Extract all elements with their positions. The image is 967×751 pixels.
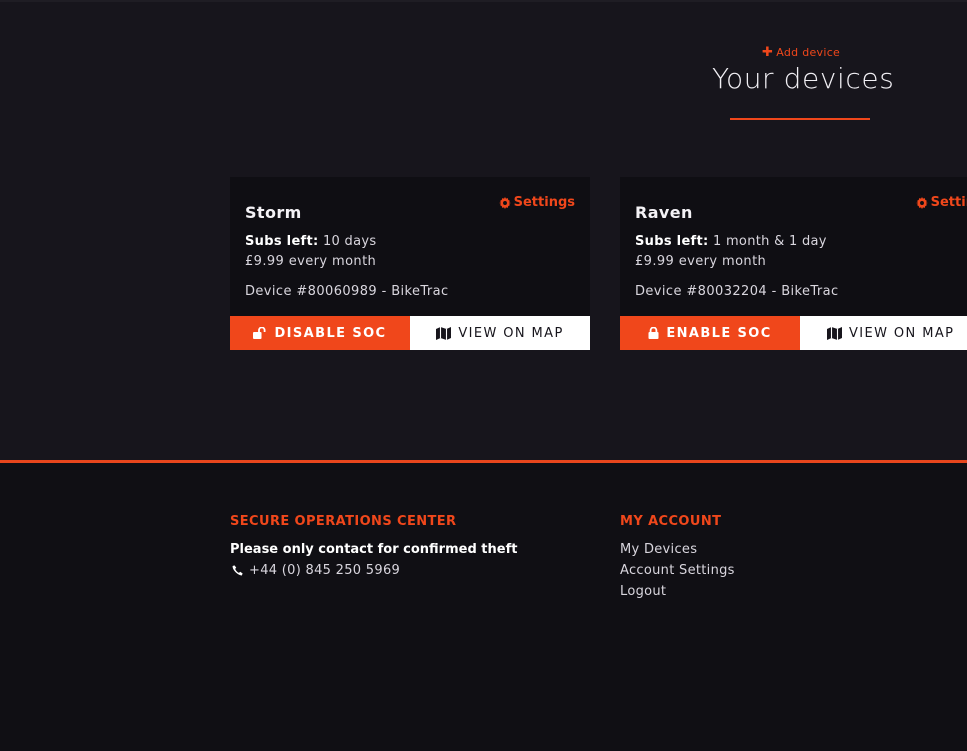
phone-number: +44 (0) 845 250 5969 — [249, 563, 401, 578]
unlock-icon — [253, 327, 267, 339]
page: ✚ Add device Your devices Storm Settings… — [0, 0, 967, 751]
gear-icon — [915, 196, 928, 209]
settings-link[interactable]: Settings — [915, 195, 967, 210]
map-button-label: VIEW ON MAP — [849, 325, 955, 341]
soc-note: Please only contact for confirmed theft — [230, 542, 518, 557]
add-device-label: Add device — [776, 46, 841, 59]
enable-soc-button[interactable]: ENABLE SOC — [620, 316, 800, 350]
account-heading: MY ACCOUNT — [620, 514, 722, 529]
subscription-remaining: Subs left: 1 month & 1 day — [635, 234, 827, 249]
add-device-link[interactable]: ✚ Add device — [762, 46, 840, 59]
phone-icon — [232, 565, 243, 576]
subs-label: Subs left: — [635, 234, 709, 249]
settings-label: Settings — [513, 195, 575, 210]
title-underline — [730, 118, 870, 120]
footer-link-account-settings[interactable]: Account Settings — [620, 563, 735, 578]
device-card-storm: Storm Settings Subs left: 10 days £9.99 … — [230, 177, 590, 350]
map-icon — [827, 326, 842, 340]
settings-label: Settings — [930, 195, 967, 210]
soc-button-label: DISABLE SOC — [274, 325, 387, 341]
phone-contact[interactable]: +44 (0) 845 250 5969 — [232, 563, 400, 578]
soc-heading: SECURE OPERATIONS CENTER — [230, 514, 457, 529]
map-icon — [436, 326, 452, 340]
view-on-map-button[interactable]: VIEW ON MAP — [410, 316, 590, 350]
footer-link-logout[interactable]: Logout — [620, 584, 666, 599]
disable-soc-button[interactable]: DISABLE SOC — [230, 316, 410, 350]
subs-label: Subs left: — [245, 234, 319, 249]
device-name: Storm — [245, 203, 302, 222]
footer-link-my-devices[interactable]: My Devices — [620, 542, 697, 557]
top-border — [0, 0, 967, 2]
subs-value: 10 days — [322, 234, 377, 249]
device-card-raven: Raven Settings Subs left: 1 month & 1 da… — [620, 177, 967, 350]
page-title: Your devices — [712, 62, 895, 95]
view-on-map-button[interactable]: VIEW ON MAP — [800, 316, 967, 350]
device-info: Device #80032204 - BikeTrac — [635, 284, 839, 299]
lock-icon — [648, 327, 659, 339]
subs-value: 1 month & 1 day — [712, 234, 827, 249]
plus-icon: ✚ — [762, 45, 774, 60]
subscription-price: £9.99 every month — [635, 254, 767, 269]
footer: SECURE OPERATIONS CENTER Please only con… — [0, 463, 967, 751]
gear-icon — [498, 196, 511, 209]
device-name: Raven — [635, 203, 693, 222]
subscription-price: £9.99 every month — [245, 254, 377, 269]
map-button-label: VIEW ON MAP — [458, 325, 564, 341]
settings-link[interactable]: Settings — [498, 195, 575, 210]
device-info: Device #80060989 - BikeTrac — [245, 284, 449, 299]
soc-button-label: ENABLE SOC — [666, 325, 772, 341]
subscription-remaining: Subs left: 10 days — [245, 234, 376, 249]
devices-section: ✚ Add device Your devices Storm Settings… — [0, 0, 967, 461]
